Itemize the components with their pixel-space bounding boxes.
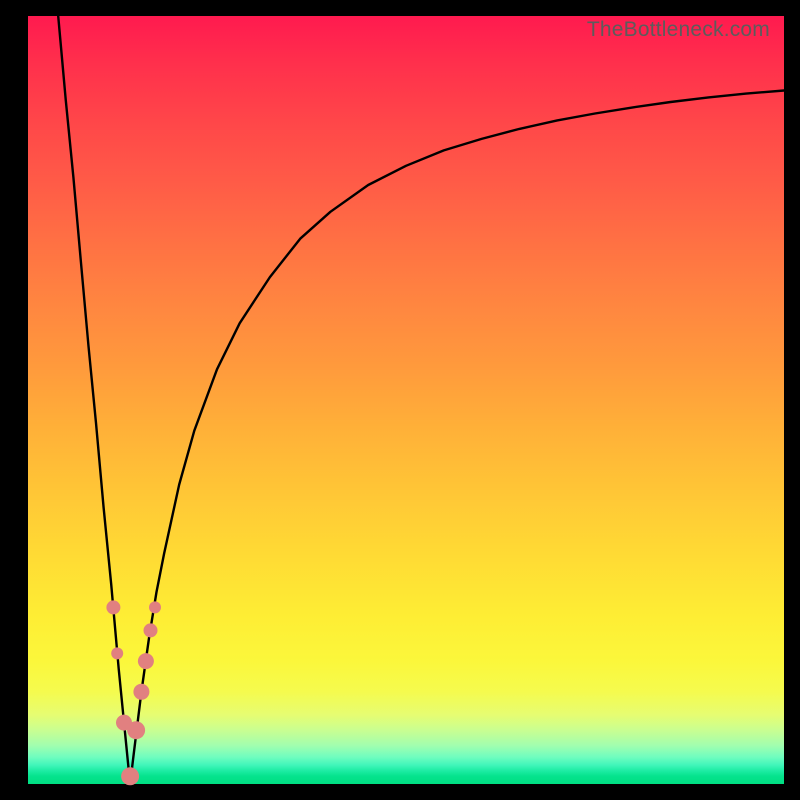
curve-path <box>58 16 784 784</box>
highlight-dot <box>138 653 154 669</box>
highlight-dot <box>144 623 158 637</box>
highlight-dot <box>149 601 161 613</box>
highlight-dot <box>106 600 120 614</box>
plot-area: TheBottleneck.com <box>28 16 784 784</box>
highlight-dot <box>111 647 123 659</box>
watermark-text: TheBottleneck.com <box>587 18 770 42</box>
highlight-dot <box>133 684 149 700</box>
highlight-dot <box>127 721 145 739</box>
highlight-dot <box>121 767 139 785</box>
bottleneck-curve <box>28 16 784 784</box>
chart-frame: TheBottleneck.com <box>0 0 800 800</box>
